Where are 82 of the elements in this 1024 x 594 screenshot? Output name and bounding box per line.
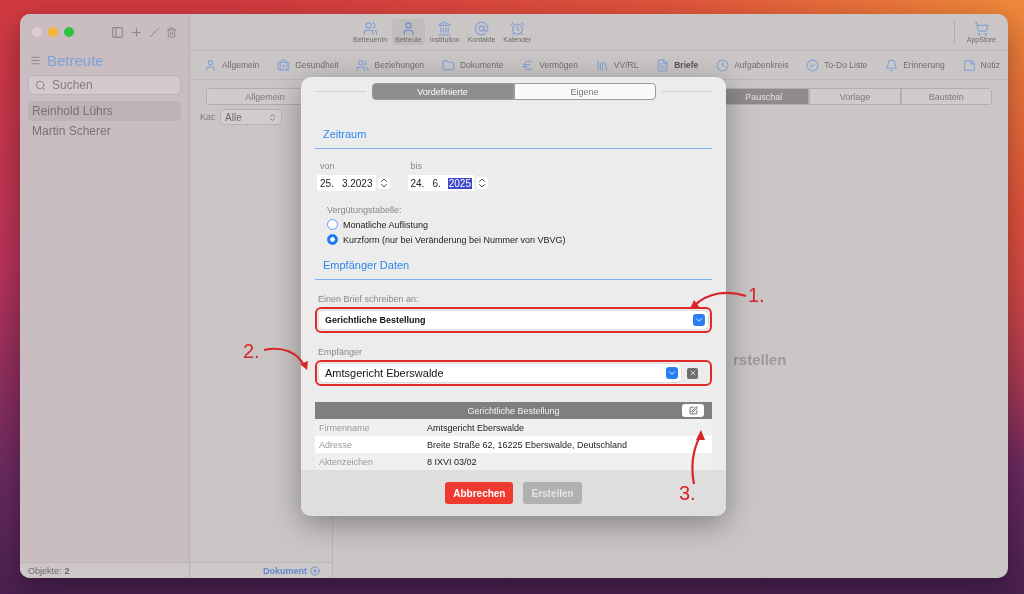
note-icon: [962, 58, 976, 72]
section-tab[interactable]: Erinnerung: [885, 58, 945, 72]
minimize-button[interactable]: [48, 27, 58, 37]
dropdown-select[interactable]: Gerichtliche Bestellung: [319, 311, 708, 329]
medical-case-icon: [277, 58, 291, 72]
sidebar-toggle-icon[interactable]: [111, 25, 124, 39]
folder-icon: [441, 58, 455, 72]
check-circle-icon: [806, 58, 820, 72]
section-tab[interactable]: Beziehungen: [356, 58, 425, 72]
annotation-arrow: [691, 430, 705, 485]
bank-icon: [437, 21, 453, 36]
field-label: Empfänger: [317, 347, 364, 357]
books-icon: [595, 58, 609, 72]
sidebar-item[interactable]: Martin Scherer: [28, 121, 181, 141]
row-value: Amtsgericht Eberswalde: [427, 422, 525, 433]
section-heading: Empfänger Daten: [315, 245, 712, 280]
section-tab[interactable]: Dokumente: [441, 58, 504, 72]
menu-icon[interactable]: [30, 55, 41, 66]
stepper-icon: [267, 112, 277, 122]
user-icon: [204, 58, 217, 72]
footer-label: Objekte:: [28, 565, 62, 576]
date-field[interactable]: 24. 6. 2025: [407, 175, 474, 191]
date-label: von: [319, 161, 336, 171]
trash-icon[interactable]: [166, 26, 177, 38]
zoom-button[interactable]: [64, 27, 74, 37]
dropdown-select[interactable]: Amtsgericht Eberswalde: [319, 364, 681, 382]
row-label: Adresse: [318, 439, 354, 450]
footer-count: 2: [64, 565, 70, 576]
section-tab[interactable]: To-Do Liste: [806, 58, 868, 72]
date-label: bis: [409, 161, 423, 171]
section-tab[interactable]: Aufgabenkreis: [716, 58, 789, 72]
sidebar-title: Betreute: [47, 52, 104, 69]
search-icon: [35, 79, 46, 91]
row-value: 8 IXVI 03/02: [427, 456, 477, 467]
section-tab[interactable]: Notiz: [962, 58, 1000, 72]
clear-button[interactable]: [687, 367, 698, 379]
bell-icon: [885, 58, 899, 72]
alarm-clock-icon: [509, 21, 525, 36]
add-document-button[interactable]: Dokument: [190, 562, 332, 578]
section-tab[interactable]: Vermögen: [521, 58, 578, 72]
plus-icon: [310, 565, 320, 576]
annotation-number: 1.: [748, 284, 765, 307]
user-icon: [401, 21, 416, 36]
stepper-icon[interactable]: [377, 177, 390, 189]
sidebar-item[interactable]: Reinhold Lührs: [28, 101, 181, 121]
row-label: Aktenzeichen: [318, 456, 375, 467]
option-label: Vergütungstabelle:: [327, 205, 403, 215]
category-select[interactable]: Alle: [220, 109, 282, 125]
table-title: Gerichtliche Bestellung: [467, 405, 560, 416]
row-label: Firmenname: [318, 422, 371, 433]
add-icon[interactable]: [130, 25, 143, 39]
radio-option[interactable]: Monatliche Auflistung: [327, 219, 700, 230]
radio-option[interactable]: Kurzform (nur bei Veränderung bei Nummer von VBVG): [327, 234, 700, 245]
section-tab[interactable]: Briefe: [656, 58, 699, 72]
search-field[interactable]: Suchen: [28, 75, 181, 95]
annotation-arrow: [263, 347, 308, 370]
users-icon: [362, 21, 378, 36]
users-icon: [356, 58, 370, 72]
stepper-icon[interactable]: [476, 177, 488, 189]
segment-tab[interactable]: Baustein: [900, 88, 992, 105]
chevron-down-icon: [666, 367, 678, 379]
clock-icon: [716, 58, 730, 72]
annotation-number: 3.: [679, 482, 696, 505]
dialog-tab[interactable]: Vordefinierte: [371, 83, 514, 100]
at-sign-icon: [474, 21, 489, 36]
euro-icon: [521, 58, 535, 72]
cart-icon: [973, 21, 989, 36]
section-heading: Zeitraum: [315, 100, 712, 149]
dialog-tab[interactable]: Eigene: [513, 83, 656, 100]
chevron-down-icon: [693, 314, 705, 326]
date-field[interactable]: 25. 3.2023: [317, 175, 376, 191]
segment-tab[interactable]: Vorlage: [809, 88, 901, 105]
filter-label: Kat:: [200, 112, 216, 122]
section-tab[interactable]: Allgemein: [204, 58, 260, 72]
section-tab[interactable]: Gesundheit: [277, 58, 339, 72]
annotation-number: 2.: [243, 340, 260, 363]
section-tab[interactable]: VV/RL: [595, 58, 639, 72]
cancel-button[interactable]: Abbrechen: [445, 482, 514, 504]
edit-button[interactable]: [682, 404, 704, 417]
row-value: Breite Straße 62, 16225 Eberswalde, Deutschland: [427, 439, 628, 450]
field-label: Einen Brief schreiben an:: [317, 294, 420, 304]
document-icon: [656, 58, 670, 72]
